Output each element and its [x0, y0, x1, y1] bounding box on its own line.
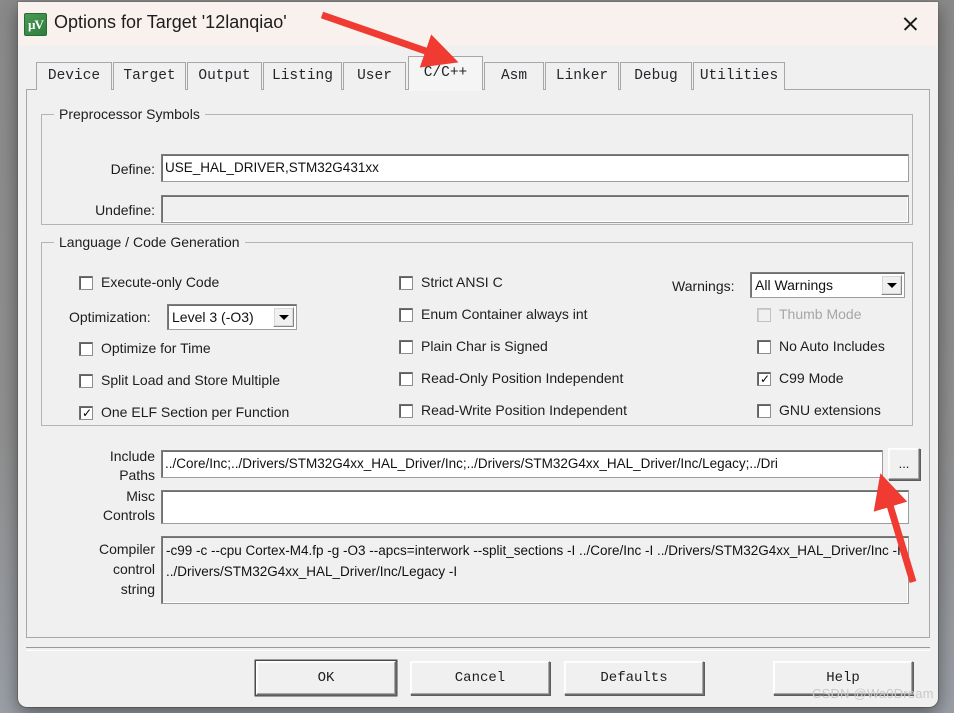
compiler-control-string-label-line3: string [120, 581, 155, 597]
checkbox-label: Execute-only Code [101, 274, 220, 290]
undefine-input[interactable] [161, 195, 909, 223]
compiler-control-string-label-line1: Compiler [98, 541, 155, 557]
include-paths-label-line2: Paths [119, 467, 155, 483]
footer-separator [26, 647, 930, 651]
optimization-value: Level 3 (-O3) [172, 309, 254, 325]
dialog-title: Options for Target '12lanqiao' [54, 12, 287, 32]
close-icon[interactable] [882, 2, 938, 46]
checkbox-label: No Auto Includes [779, 338, 885, 354]
tab-strip: Device Target Output Listing User C/C++ … [18, 46, 938, 91]
checkbox-box: ✓ [399, 276, 413, 290]
tab-listing[interactable]: Listing [263, 62, 342, 90]
checkbox-label: Thumb Mode [779, 306, 862, 322]
checkbox-label: Enum Container always int [421, 306, 588, 322]
checkbox-label: Strict ANSI C [421, 274, 503, 290]
misc-controls-label-line1: Misc [126, 488, 155, 504]
undefine-label: Undefine: [95, 202, 155, 218]
c-cpp-panel: Preprocessor Symbols Define: USE_HAL_DRI… [26, 90, 930, 638]
compiler-control-string-output: -c99 -c --cpu Cortex-M4.fp -g -O3 --apcs… [161, 536, 909, 604]
include-paths-label-line1: Include [109, 448, 155, 464]
chevron-down-icon[interactable] [273, 307, 294, 327]
optimization-select[interactable]: Level 3 (-O3) [167, 304, 297, 330]
tab-asm[interactable]: Asm [484, 62, 544, 90]
include-paths-input[interactable]: ../Core/Inc;../Drivers/STM32G4xx_HAL_Dri… [161, 450, 883, 478]
tab-device[interactable]: Device [36, 62, 112, 90]
screen: µV Options for Target '12lanqiao' Device… [0, 0, 954, 713]
checkbox-label: Read-Write Position Independent [421, 402, 627, 418]
ok-button[interactable]: OK [256, 661, 396, 695]
checkbox-label: Split Load and Store Multiple [101, 372, 280, 388]
tab-user[interactable]: User [343, 62, 406, 90]
checkbox-box: ✓ [757, 404, 771, 418]
tab-linker[interactable]: Linker [545, 62, 619, 90]
define-label: Define: [110, 161, 155, 177]
checkbox-box: ✓ [79, 276, 93, 290]
checkbox-box: ✓ [79, 406, 93, 420]
misc-controls-input[interactable] [161, 490, 909, 524]
check-icon: ✓ [82, 406, 93, 420]
preprocessor-symbols-legend: Preprocessor Symbols [54, 106, 205, 122]
checkbox-box: ✓ [79, 342, 93, 356]
optimization-label: Optimization: [69, 309, 151, 325]
warnings-value: All Warnings [755, 277, 834, 293]
misc-controls-label-line2: Controls [102, 507, 155, 523]
checkbox-label: Plain Char is Signed [421, 338, 548, 354]
warnings-select[interactable]: All Warnings [750, 272, 905, 298]
checkbox-box: ✓ [399, 340, 413, 354]
checkbox-label: Optimize for Time [101, 340, 211, 356]
dialog-titlebar: µV Options for Target '12lanqiao' [18, 2, 938, 47]
defaults-button[interactable]: Defaults [564, 661, 704, 695]
checkbox-box: ✓ [79, 374, 93, 388]
compiler-control-string-label-line2: control [112, 561, 155, 577]
language-code-generation-group: Language / Code Generation [41, 234, 913, 426]
options-dialog: µV Options for Target '12lanqiao' Device… [18, 2, 938, 707]
watermark: CSDN @Wa0Dream [812, 686, 934, 701]
checkbox-box: ✓ [399, 308, 413, 322]
checkbox-label: C99 Mode [779, 370, 844, 386]
checkbox-label: GNU extensions [779, 402, 881, 418]
checkbox-box: ✓ [757, 308, 771, 322]
checkbox-label: Read-Only Position Independent [421, 370, 624, 386]
tab-target[interactable]: Target [113, 62, 186, 90]
tab-utilities[interactable]: Utilities [693, 62, 785, 90]
tab-c-cpp[interactable]: C/C++ [408, 56, 483, 91]
checkbox-box: ✓ [757, 372, 771, 386]
uvision-logo-glyph: µV [28, 17, 44, 32]
chevron-down-icon[interactable] [881, 275, 902, 295]
checkbox-label: One ELF Section per Function [101, 404, 290, 420]
warnings-label: Warnings: [672, 278, 735, 294]
define-input[interactable]: USE_HAL_DRIVER,STM32G431xx [161, 154, 909, 182]
cancel-button[interactable]: Cancel [410, 661, 550, 695]
checkbox-box: ✓ [757, 340, 771, 354]
checkbox-box: ✓ [399, 372, 413, 386]
check-icon: ✓ [760, 372, 771, 386]
uvision-logo-icon: µV [24, 13, 47, 36]
language-code-generation-legend: Language / Code Generation [54, 234, 245, 250]
checkbox-box: ✓ [399, 404, 413, 418]
tab-debug[interactable]: Debug [620, 62, 692, 90]
include-paths-browse-button[interactable]: ... [888, 448, 920, 480]
tab-output[interactable]: Output [187, 62, 262, 90]
